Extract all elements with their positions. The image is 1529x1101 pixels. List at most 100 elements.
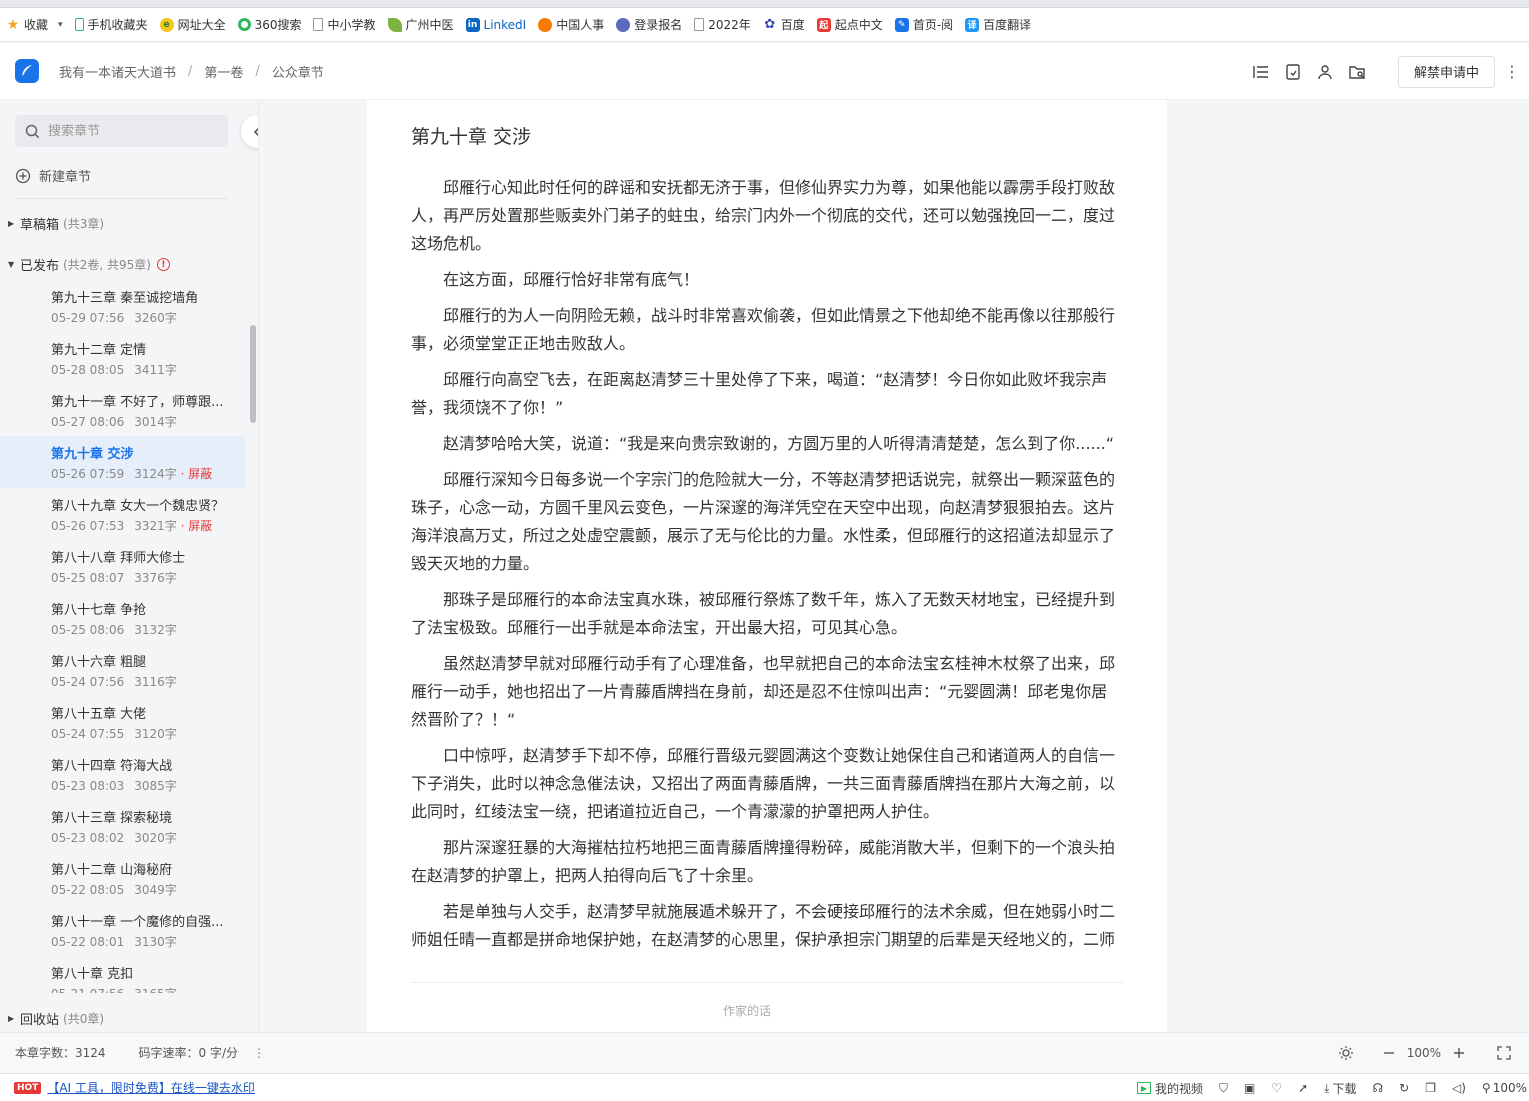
chapter-item-date: 05-26 07:53 <box>51 519 125 533</box>
more-options-icon[interactable]: ⋮ <box>1495 56 1529 88</box>
warning-icon[interactable]: ! <box>156 258 170 271</box>
chapter-item-title: 第八十七章 争抢 <box>51 603 147 618</box>
chapter-item-title: 第八十五章 大佬 <box>51 707 147 722</box>
collapse-sidebar-button[interactable] <box>241 115 258 148</box>
chapter-editor[interactable]: 第九十章 交涉 邱雁行心知此时任何的辟谣和安抚都无济于事，但修仙界实力为尊，如果… <box>367 100 1167 1032</box>
chapter-item-date: 05-24 07:55 <box>51 727 125 741</box>
content-paragraph[interactable]: 邱雁行深知今日每多说一个字宗门的危险就大一分，不等赵清梦把话说完，就祭出一颗深蓝… <box>411 466 1119 578</box>
chapter-item[interactable]: 第八十二章 山海秘府 05-22 08:05 3049字 <box>0 852 245 904</box>
recycle-group[interactable]: ▶ 回收站 (共0章) <box>8 1009 104 1028</box>
drafts-group[interactable]: ▶ 草稿箱 (共3章) <box>8 214 104 233</box>
chapter-item-meta: 05-24 07:56 3116字 <box>51 673 245 690</box>
window-icon[interactable]: ❐ <box>1425 1081 1436 1095</box>
new-chapter-button[interactable]: 新建章节 <box>15 166 91 185</box>
headset-icon[interactable]: ☊ <box>1372 1081 1383 1095</box>
chapter-title[interactable]: 第九十章 交涉 <box>411 122 531 149</box>
shield-icon[interactable]: ⛉ <box>1219 1081 1228 1096</box>
translate-icon: 译 <box>965 17 980 32</box>
zoom-out-button[interactable] <box>1379 1047 1399 1059</box>
chapter-item[interactable]: 第八十四章 符海大战 05-23 08:03 3085字 <box>0 748 245 800</box>
fullscreen-icon <box>1497 1046 1511 1060</box>
bookmark-linkedin[interactable]: in LinkedI <box>465 17 526 32</box>
bookmark-web-directory[interactable]: e 网址大全 <box>159 16 226 33</box>
refresh-icon[interactable]: ↻ <box>1399 1081 1409 1095</box>
chapter-item[interactable]: 第八十章 克扣 05-21 07:56 3165字 <box>0 956 245 993</box>
content-paragraph[interactable]: 若是单独与人交手，赵清梦早就施展遁术躲开了，不会硬接邱雁行的法术余威，但在她弱小… <box>411 898 1119 954</box>
chapter-item[interactable]: 第八十五章 大佬 05-24 07:55 3120字 <box>0 696 245 748</box>
chevron-down-icon[interactable]: ▾ <box>58 20 63 30</box>
bookmark-baidu[interactable]: ✿ 百度 <box>763 16 804 33</box>
bookmark-k12[interactable]: 中小学教 <box>313 16 376 33</box>
rocket-icon[interactable]: ➚ <box>1298 1081 1308 1095</box>
chapter-search-input[interactable] <box>48 123 208 139</box>
bookmark-gz-tcm[interactable]: 广州中医 <box>387 16 454 33</box>
chapter-item[interactable]: 第八十八章 拜师大修士 05-25 08:07 3376字 <box>0 540 245 592</box>
bookmark-qidian[interactable]: 起 起点中文 <box>816 16 883 33</box>
bookmark-cn-personnel[interactable]: 中国人事 <box>538 16 604 33</box>
materials-button[interactable] <box>1341 56 1373 88</box>
chapter-item[interactable]: 第八十六章 粗腿 05-24 07:56 3116字 <box>0 644 245 696</box>
bookmark-mobile[interactable]: 手机收藏夹 <box>74 16 148 33</box>
chapter-item[interactable]: 第八十九章 女大一个魏忠贤？ 05-26 07:53 3321字 · 屏蔽 <box>0 488 245 540</box>
content-paragraph[interactable]: 那珠子是邱雁行的本命法宝真水珠，被邱雁行祭炼了数千年，炼入了无数天材地宝，已经提… <box>411 586 1119 642</box>
bookmark-login-register[interactable]: 登录报名 <box>616 16 682 33</box>
heart-icon[interactable]: ♡ <box>1271 1081 1282 1095</box>
app-logo[interactable] <box>15 59 39 83</box>
chapter-item[interactable]: 第九十一章 不好了，师尊跟... 05-27 08:06 3014字 <box>0 384 245 436</box>
chapter-item-date: 05-28 08:05 <box>51 363 125 377</box>
published-group[interactable]: ▼ 已发布 (共2卷, 共95章) ! <box>8 255 170 274</box>
more-icon[interactable]: ⋮ <box>253 1046 265 1060</box>
orange-circle-icon <box>538 17 553 32</box>
content-paragraph[interactable]: 赵清梦哈哈大笑，说道：“我是来向贵宗致谢的，方圆万里的人听得清清楚楚，怎么到了你… <box>411 430 1119 458</box>
unban-request-button[interactable]: 解禁申请中 <box>1397 55 1495 88</box>
breadcrumb-section[interactable]: 公众章节 <box>272 62 324 81</box>
scrollbar[interactable] <box>250 325 256 423</box>
browser-zoom[interactable]: ⚲ 100% <box>1482 1081 1527 1095</box>
phone-icon <box>74 18 84 31</box>
content-paragraph[interactable]: 在这方面，邱雁行恰好非常有底气！ <box>411 266 1119 294</box>
characters-button[interactable] <box>1309 56 1341 88</box>
bookmark-favorites[interactable]: ★ 收藏 ▾ <box>6 16 63 33</box>
promo-link[interactable]: 【AI 工具，限时免费】在线一键去水印 <box>47 1079 255 1096</box>
fullscreen-button[interactable] <box>1489 1046 1519 1060</box>
bookmark-360-search[interactable]: 360搜索 <box>237 16 301 33</box>
chapter-item[interactable]: 第八十一章 一个魔修的自强... 05-22 08:01 3130字 <box>0 904 245 956</box>
breadcrumb-book[interactable]: 我有一本诸天大道书 <box>59 62 176 81</box>
outline-button[interactable] <box>1245 56 1277 88</box>
chapter-item[interactable]: 第九十三章 秦至诚挖墙角 05-29 07:56 3260字 <box>0 280 245 332</box>
chapter-item-date: 05-22 08:05 <box>51 883 125 897</box>
divider <box>15 198 228 199</box>
content-paragraph[interactable]: 邱雁行心知此时任何的辟谣和安抚都无济于事，但修仙界实力为尊，如果他能以霹雳手段打… <box>411 174 1119 258</box>
speaker-icon[interactable]: ◁) <box>1452 1081 1466 1095</box>
chapter-item[interactable]: 第九十二章 定情 05-28 08:05 3411字 <box>0 332 245 384</box>
chevron-left-icon <box>253 126 258 137</box>
chapter-item-date: 05-27 08:06 <box>51 415 125 429</box>
baidu-paw-icon: ✿ <box>764 17 776 32</box>
bookmark-home-read[interactable]: ✎ 首页-阅 <box>894 16 953 33</box>
bookmark-2022[interactable]: 2022年 <box>694 16 751 33</box>
my-video-button[interactable]: ▶ 我的视频 <box>1136 1080 1203 1097</box>
zoom-in-button[interactable] <box>1449 1047 1469 1059</box>
chapter-content[interactable]: 邱雁行心知此时任何的辟谣和安抚都无济于事，但修仙界实力为尊，如果他能以霹雳手段打… <box>411 174 1119 982</box>
notes-button[interactable] <box>1277 56 1309 88</box>
chapter-search[interactable] <box>15 115 228 147</box>
content-paragraph[interactable]: 邱雁行向高空飞去，在距离赵清梦三十里处停了下来，喝道：“赵清梦！今日你如此败坏我… <box>411 366 1119 422</box>
content-paragraph[interactable]: 虽然赵清梦早就对邱雁行动手有了心理准备，也早就把自己的本命法宝玄桂神木杖祭了出来… <box>411 650 1119 734</box>
content-paragraph[interactable]: 口中惊呼，赵清梦手下却不停，邱雁行晋级元婴圆满这个变数让她保住自己和诸道两人的自… <box>411 742 1119 826</box>
bookmark-baidu-translate[interactable]: 译 百度翻译 <box>965 16 1031 33</box>
author-note[interactable]: 作家的话 <box>367 1002 1127 1019</box>
chapter-item-meta: 05-25 08:07 3376字 <box>51 569 245 586</box>
breadcrumb-volume[interactable]: 第一卷 <box>204 62 243 81</box>
image-icon[interactable]: ▣ <box>1244 1081 1255 1095</box>
content-paragraph[interactable]: 邱雁行的为人一向阴险无赖，战斗时非常喜欢偷袭，但如此情景之下他却绝不能再像以往那… <box>411 302 1119 358</box>
linkedin-icon: in <box>465 17 480 32</box>
chapter-item[interactable]: 第八十三章 探索秘境 05-23 08:02 3020字 <box>0 800 245 852</box>
recycle-count: (共0章) <box>63 1012 105 1026</box>
chapter-item[interactable]: 第八十七章 争抢 05-25 08:06 3132字 <box>0 592 245 644</box>
content-paragraph[interactable]: 那片深邃狂暴的大海摧枯拉朽地把三面青藤盾牌撞得粉碎，威能消散大半，但剩下的一个浪… <box>411 834 1119 890</box>
browser-zoom-level: 100% <box>1492 1081 1527 1095</box>
download-button[interactable]: ⤓ 下载 <box>1324 1080 1356 1097</box>
status-controls: 100% <box>1331 1033 1529 1073</box>
chapter-item[interactable]: 第九十章 交涉 05-26 07:59 3124字 · 屏蔽 <box>0 436 245 488</box>
theme-button[interactable] <box>1331 1045 1361 1061</box>
